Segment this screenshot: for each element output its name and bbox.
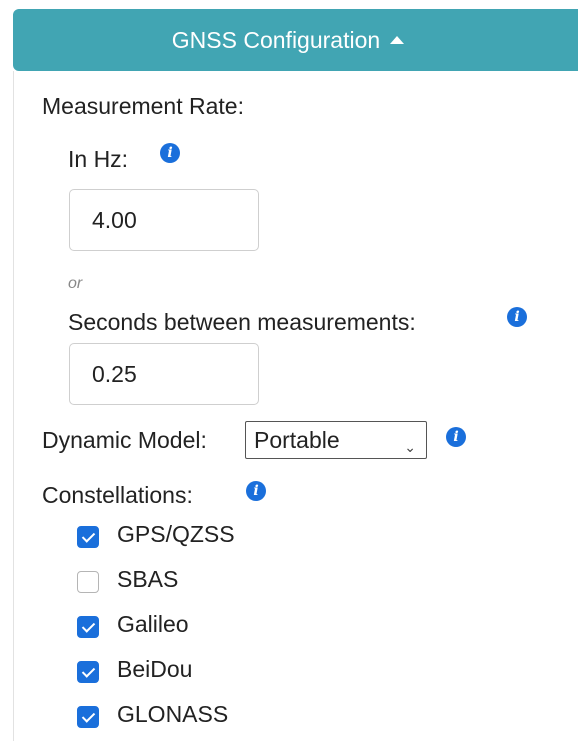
constellation-checkbox[interactable] — [77, 526, 99, 548]
chevron-down-icon: ⌄ — [404, 440, 416, 456]
gnss-configuration-header[interactable]: GNSS Configuration — [13, 9, 578, 71]
hz-input[interactable]: 4.00 — [69, 189, 259, 251]
dynamic-model-selected-value: Portable — [254, 427, 340, 453]
in-hz-label: In Hz: — [68, 146, 129, 172]
constellation-checkbox[interactable] — [77, 571, 99, 593]
constellation-label: BeiDou — [117, 656, 193, 682]
constellation-checkbox[interactable] — [77, 616, 99, 638]
constellations-label: Constellations: — [42, 482, 193, 508]
info-icon[interactable]: i — [507, 307, 527, 327]
dynamic-model-label: Dynamic Model: — [42, 427, 207, 453]
constellation-checkbox[interactable] — [77, 706, 99, 728]
constellation-label: GLONASS — [117, 701, 229, 727]
caret-up-icon — [390, 36, 405, 44]
dynamic-model-select[interactable]: Portable ⌄ — [245, 421, 427, 459]
measurement-rate-label: Measurement Rate: — [42, 93, 244, 119]
constellation-checkbox[interactable] — [77, 661, 99, 683]
header-title: GNSS Configuration — [171, 26, 381, 53]
seconds-between-measurements-label: Seconds between measurements: — [68, 309, 416, 335]
or-separator: or — [68, 275, 83, 292]
info-icon[interactable]: i — [246, 481, 266, 501]
constellation-label: Galileo — [117, 611, 189, 637]
info-icon[interactable]: i — [446, 427, 466, 447]
info-icon[interactable]: i — [160, 143, 180, 163]
constellation-label: GPS/QZSS — [117, 521, 235, 547]
constellation-label: SBAS — [117, 566, 179, 592]
seconds-input[interactable]: 0.25 — [69, 343, 259, 405]
